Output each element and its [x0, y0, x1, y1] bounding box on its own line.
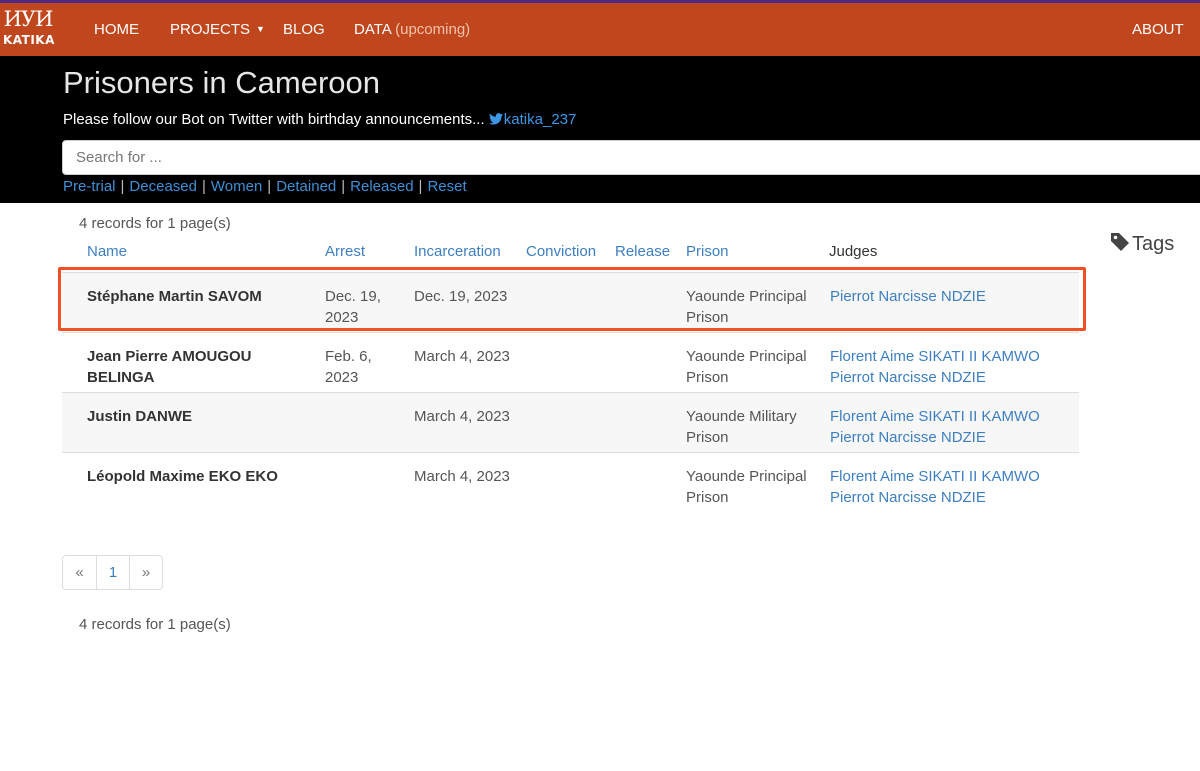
filter-separator: | — [267, 178, 272, 195]
column-header-name[interactable]: Name — [87, 243, 127, 260]
caret-down-icon: ▼ — [256, 24, 265, 34]
records-count-bottom: 4 records for 1 page(s) — [79, 616, 231, 633]
nav-about-link[interactable]: ABOUT — [1132, 3, 1184, 56]
judge-link[interactable]: Florent Aime SIKATI II KAMWO — [830, 406, 1080, 427]
table-row: Jean Pierre AMOUGOU BELINGA Feb. 6, 2023… — [62, 332, 1079, 392]
judge-link[interactable]: Pierrot Narcisse NDZIE — [830, 367, 1080, 388]
nav-data-suffix: (upcoming) — [395, 21, 471, 38]
nav-projects-dropdown[interactable]: PROJECTS ▼ — [170, 3, 265, 56]
judges-cell: Florent Aime SIKATI II KAMWO Pierrot Nar… — [830, 466, 1080, 508]
top-navbar: ИУИ KATIKA HOME PROJECTS ▼ BLOG DATA (upc… — [0, 0, 1200, 56]
judge-link[interactable]: Pierrot Narcisse NDZIE — [830, 427, 1080, 448]
filter-links: Pre-trial | Deceased | Women | Detained | Releas… — [63, 177, 467, 197]
column-header-incarceration[interactable]: Incarceration — [414, 243, 501, 260]
filter-separator: | — [201, 178, 206, 195]
table-header: Name Arrest Incarceration Conviction Rel… — [62, 240, 1079, 268]
row-highlight-box — [58, 267, 1086, 331]
table-row: Léopold Maxime EKO EKO March 4, 2023 Yao… — [62, 452, 1079, 512]
page-title: Prisoners in Cameroon — [63, 65, 381, 100]
filter-detained[interactable]: Detained — [276, 178, 336, 195]
prison-name: Yaounde Principal Prison — [686, 468, 807, 506]
column-header-conviction[interactable]: Conviction — [526, 243, 596, 260]
page-header: Prisoners in Cameroon Please follow our … — [0, 56, 1200, 203]
table-row: Justin DANWE March 4, 2023 Yaounde Milit… — [62, 392, 1079, 452]
prisoner-name: Justin DANWE — [87, 408, 192, 425]
arrest-date: Feb. 6, 2023 — [325, 348, 372, 386]
pagination-next[interactable]: » — [129, 556, 162, 589]
judges-cell: Florent Aime SIKATI II KAMWO Pierrot Nar… — [830, 346, 1080, 388]
nav-home-link[interactable]: HOME — [94, 3, 139, 56]
judges-cell: Florent Aime SIKATI II KAMWO Pierrot Nar… — [830, 406, 1080, 448]
prisoner-name: Léopold Maxime EKO EKO — [87, 468, 278, 485]
column-header-arrest[interactable]: Arrest — [325, 243, 365, 260]
twitter-link[interactable]: katika_237 — [488, 111, 577, 128]
filter-separator: | — [418, 178, 423, 195]
filter-deceased[interactable]: Deceased — [129, 178, 197, 195]
subtitle-text: Please follow our Bot on Twitter with bi… — [63, 111, 485, 128]
incarceration-date: March 4, 2023 — [414, 468, 510, 485]
judge-link[interactable]: Pierrot Narcisse NDZIE — [830, 487, 1080, 508]
pagination-prev[interactable]: « — [63, 556, 96, 589]
records-count-top: 4 records for 1 page(s) — [79, 215, 231, 232]
filter-released[interactable]: Released — [350, 178, 413, 195]
column-header-judges: Judges — [829, 243, 878, 260]
logo-mark: ИУИ — [3, 7, 54, 31]
incarceration-date: March 4, 2023 — [414, 408, 510, 425]
nav-blog-link[interactable]: BLOG — [283, 3, 325, 56]
katika-logo[interactable]: ИУИ KATIKA — [3, 7, 55, 53]
nav-data-link[interactable]: DATA (upcoming) — [354, 3, 470, 56]
search-input[interactable] — [62, 140, 1200, 175]
twitter-follow-text: Please follow our Bot on Twitter with bi… — [63, 110, 576, 130]
prisoner-name: Jean Pierre AMOUGOU BELINGA — [87, 348, 252, 386]
logo-text: KATIKA — [3, 33, 55, 47]
nav-data-label: DATA — [354, 21, 391, 38]
filter-women[interactable]: Women — [211, 178, 262, 195]
tags-label: Tags — [1132, 233, 1175, 255]
nav-projects-label: PROJECTS — [170, 21, 251, 38]
pagination-page[interactable]: 1 — [96, 556, 129, 589]
pagination: « 1 » — [62, 555, 163, 590]
column-header-release[interactable]: Release — [615, 243, 670, 260]
incarceration-date: March 4, 2023 — [414, 348, 510, 365]
filter-reset[interactable]: Reset — [427, 178, 466, 195]
judge-link[interactable]: Florent Aime SIKATI II KAMWO — [830, 466, 1080, 487]
twitter-handle: katika_237 — [503, 111, 577, 128]
column-header-prison[interactable]: Prison — [686, 243, 729, 260]
tags-heading: Tags — [1110, 232, 1174, 256]
twitter-bird-icon — [488, 113, 503, 125]
filter-separator: | — [120, 178, 125, 195]
prison-name: Yaounde Military Prison — [686, 408, 797, 446]
tag-icon — [1111, 233, 1129, 251]
judge-link[interactable]: Florent Aime SIKATI II KAMWO — [830, 346, 1080, 367]
filter-pre-trial[interactable]: Pre-trial — [63, 178, 116, 195]
filter-separator: | — [341, 178, 346, 195]
prison-name: Yaounde Principal Prison — [686, 348, 807, 386]
